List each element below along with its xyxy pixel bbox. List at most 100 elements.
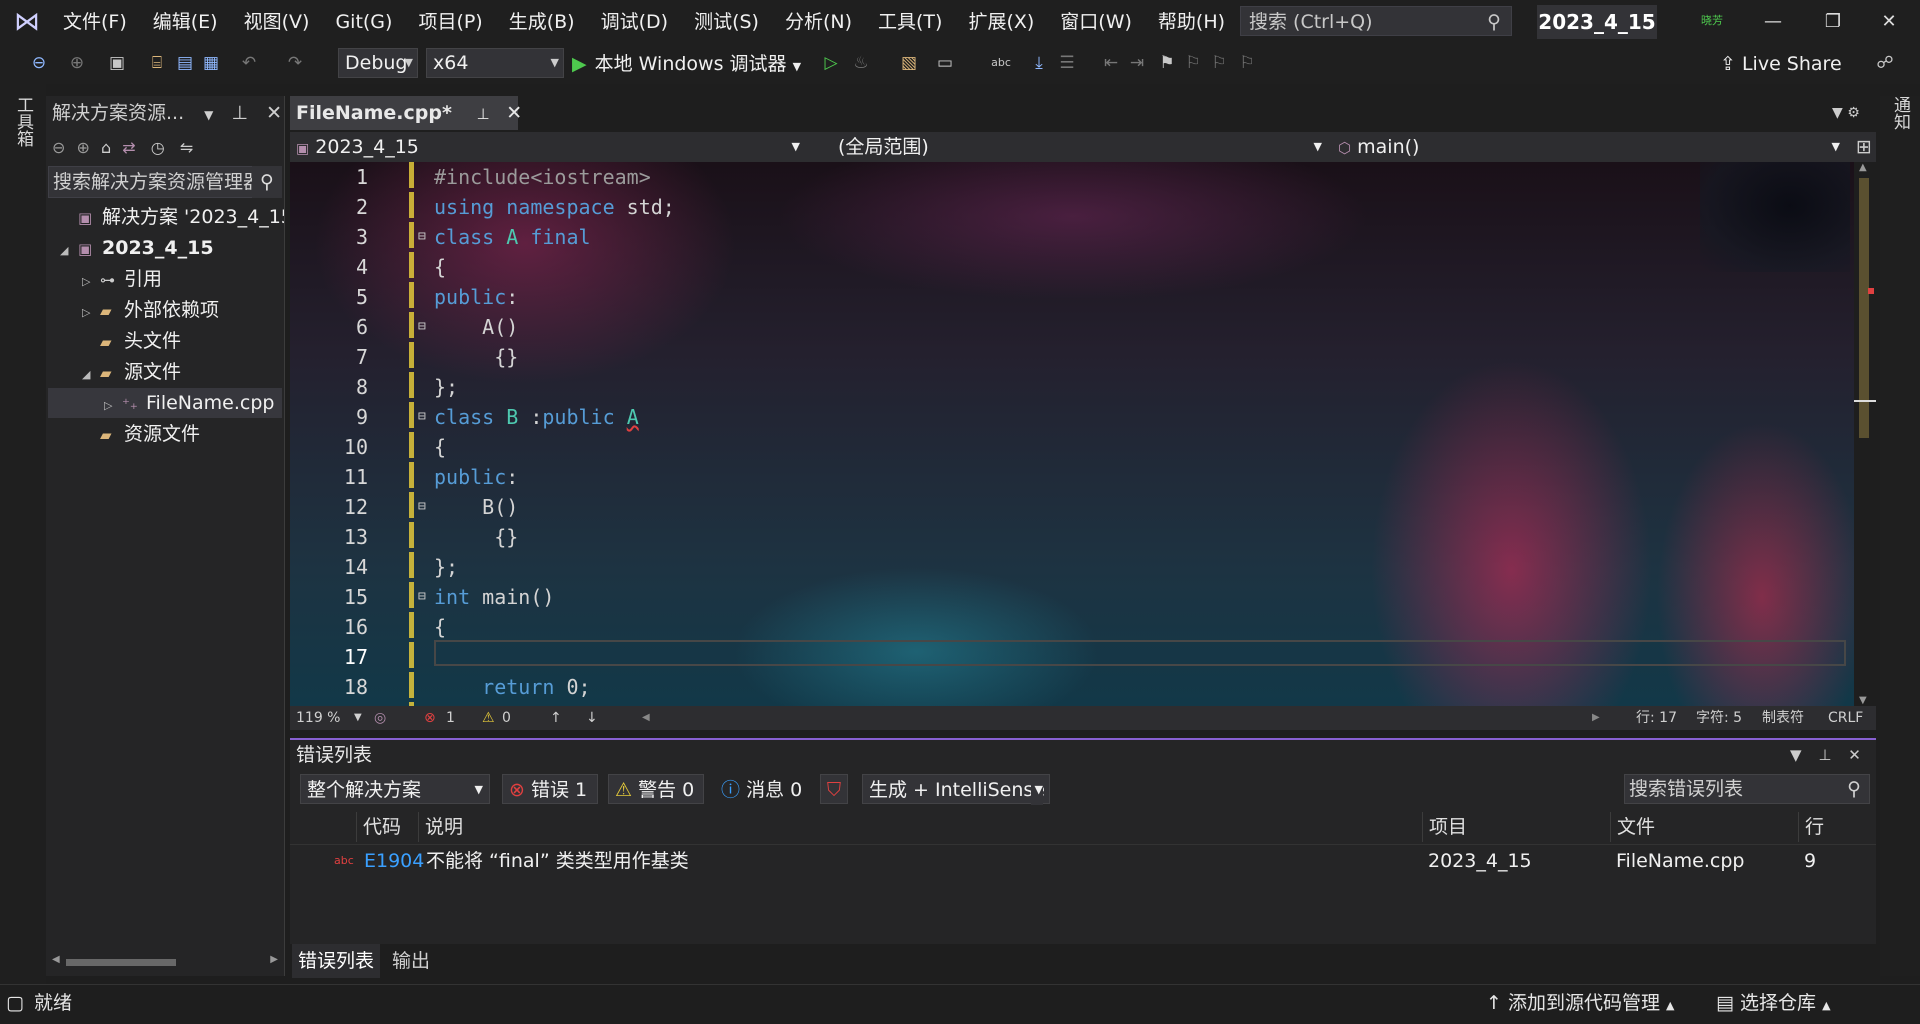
start-debugging-button[interactable]: ▶ 本地 Windows 调试器 ▼ <box>572 44 801 84</box>
column-code[interactable]: 代码 <box>356 812 413 842</box>
tree-item[interactable]: ▷ ⁺₊ FileName.cpp <box>48 388 282 418</box>
errors-filter-button[interactable]: ⊗ 错误 1 <box>502 774 598 804</box>
fold-toggle-icon[interactable]: ⊟ <box>418 582 432 612</box>
expand-twisty-icon[interactable]: ▷ <box>82 267 100 294</box>
add-to-source-control-button[interactable]: ↑ 添加到源代码管理 ▲ <box>1486 986 1675 1020</box>
feedback-icon[interactable]: ☍ <box>1874 52 1896 74</box>
tree-item[interactable]: ▰ 头文件 <box>82 326 284 356</box>
prev-issue-icon[interactable]: ↑ <box>550 706 562 730</box>
next-issue-icon[interactable]: ↓ <box>586 706 598 730</box>
tree-item[interactable]: ▣ 解决方案 '2023_4_15' (1 个项目) <box>60 202 284 232</box>
warning-count[interactable]: 0 <box>502 706 511 730</box>
split-editor-icon[interactable]: ⊞ <box>1852 132 1876 162</box>
close-tab-icon[interactable]: ✕ <box>506 102 522 124</box>
menu-view[interactable]: 视图(V) <box>231 0 323 44</box>
code-line[interactable]: 6 ⊟ A() <box>290 312 1790 342</box>
code-line[interactable]: 5 public: <box>290 282 1790 312</box>
tree-item[interactable]: ◢ ▣ 2023_4_15 <box>60 233 284 263</box>
scroll-up-icon[interactable]: ▲ <box>1859 162 1867 173</box>
expand-twisty-icon[interactable]: ▷ <box>104 391 122 418</box>
menu-debug[interactable]: 调试(D) <box>588 0 681 44</box>
tree-item[interactable]: ▷ ⊶ 引用 <box>82 264 284 294</box>
menu-project[interactable]: 项目(P) <box>405 0 495 44</box>
menu-file[interactable]: 文件(F) <box>50 0 140 44</box>
code-line[interactable]: 12 ⊟ B() <box>290 492 1790 522</box>
scope-dropdown[interactable]: (全局范围) ▼ <box>838 132 1328 162</box>
column-file[interactable]: 文件 <box>1610 812 1787 842</box>
prev-bookmark-icon[interactable]: ⚐ <box>1182 52 1204 74</box>
char-number[interactable]: 字符: 5 <box>1696 706 1742 730</box>
solution-search-input[interactable]: 搜索解决方案资源管理器 <box>48 166 282 198</box>
horizontal-scrollbar[interactable]: ◀ ▶ <box>52 954 278 970</box>
select-repository-button[interactable]: ▤ 选择仓库 ▲ <box>1716 986 1831 1020</box>
messages-filter-button[interactable]: ⓘ 消息 0 <box>714 774 810 804</box>
code-line[interactable]: 11 public: <box>290 462 1790 492</box>
scroll-left-icon[interactable]: ◀ <box>642 706 650 730</box>
scroll-right-icon[interactable]: ▶ <box>270 954 278 965</box>
code-line[interactable]: 7 {} <box>290 342 1790 372</box>
layout-icon[interactable]: ▭ <box>934 52 956 74</box>
browse-icon[interactable]: ▧ <box>898 52 920 74</box>
filter-icon[interactable]: ⛉ <box>820 774 848 804</box>
close-icon[interactable]: ✕ <box>266 102 282 124</box>
line-number[interactable]: 行: 17 <box>1636 706 1677 730</box>
code-editor[interactable]: 1 #include<iostream> 2 using namespace std;… <box>290 162 1856 706</box>
menu-extensions[interactable]: 扩展(X) <box>955 0 1047 44</box>
column-project[interactable]: 项目 <box>1422 812 1609 842</box>
fold-toggle-icon[interactable]: ⊟ <box>418 402 432 432</box>
scroll-thumb[interactable] <box>1859 178 1869 438</box>
undo-icon[interactable]: ↶ <box>238 52 260 74</box>
line-endings[interactable]: CRLF <box>1828 706 1863 730</box>
code-line[interactable]: 10 { <box>290 432 1790 462</box>
outdent-icon[interactable]: ⇤ <box>1100 52 1122 74</box>
source-filter-select[interactable]: 生成 + IntelliSense ▼ <box>862 774 1050 805</box>
menu-git[interactable]: Git(G) <box>322 0 405 44</box>
menu-analyze[interactable]: 分析(N) <box>772 0 865 44</box>
live-share-button[interactable]: ⇪ Live Share <box>1720 44 1842 84</box>
menu-test[interactable]: 测试(S) <box>681 0 772 44</box>
hot-reload-icon[interactable]: ♨ <box>850 52 872 74</box>
warnings-filter-button[interactable]: ⚠ 警告 0 <box>608 774 704 804</box>
code-line[interactable]: 3 ⊟ class A final <box>290 222 1790 252</box>
column-description[interactable]: 说明 <box>418 812 1165 842</box>
next-bookmark-icon[interactable]: ⚐ <box>1208 52 1230 74</box>
error-file[interactable]: FileName.cpp <box>1616 846 1744 876</box>
search-icon[interactable]: ⚲ <box>252 166 282 198</box>
menu-window[interactable]: 窗口(W) <box>1047 0 1145 44</box>
fold-toggle-icon[interactable]: ⊟ <box>418 312 432 342</box>
clear-bookmarks-icon[interactable]: ⚐ <box>1236 52 1258 74</box>
tab-error-list[interactable]: 错误列表 <box>292 944 381 978</box>
minimize-icon[interactable]: — <box>1750 6 1796 38</box>
global-search-input[interactable]: 搜索 (Ctrl+Q) ⚲ <box>1240 6 1512 36</box>
fold-toggle-icon[interactable]: ⊟ <box>418 222 432 252</box>
back-icon[interactable]: ⊖ <box>28 52 50 74</box>
home-icon[interactable]: ⌂ <box>101 138 111 157</box>
scroll-down-icon[interactable]: ▼ <box>1859 695 1867 706</box>
indent-icon[interactable]: ⇥ <box>1126 52 1148 74</box>
expand-twisty-icon[interactable]: ◢ <box>60 236 78 263</box>
scroll-right-icon[interactable]: ▶ <box>1592 706 1600 730</box>
toolbox-tab[interactable]: 工具箱 <box>10 96 36 147</box>
code-line[interactable]: 14}; <box>290 552 1790 582</box>
back-icon[interactable]: ⊖ <box>52 138 65 157</box>
forward-icon[interactable]: ⊕ <box>66 52 88 74</box>
new-project-icon[interactable]: ▣ <box>106 52 128 74</box>
error-count[interactable]: 1 <box>446 706 455 730</box>
redo-icon[interactable]: ↷ <box>284 52 306 74</box>
scroll-left-icon[interactable]: ◀ <box>52 954 60 965</box>
sync-icon[interactable]: ⇋ <box>180 138 193 157</box>
code-line[interactable]: 2 using namespace std; <box>290 192 1790 222</box>
tab-overflow-icon[interactable]: ▼ ⚙ <box>1832 100 1876 126</box>
bookmark-icon[interactable]: ⚑ <box>1156 52 1178 74</box>
code-line[interactable]: 4{ <box>290 252 1790 282</box>
error-code-link[interactable]: E1904 <box>364 846 424 876</box>
expand-twisty-icon[interactable]: ◢ <box>82 360 100 387</box>
close-icon[interactable]: ✕ <box>1866 6 1912 38</box>
pin-icon[interactable]: ⊥ <box>477 105 490 123</box>
tab-filename-cpp[interactable]: FileName.cpp* ⊥ ✕ <box>290 96 522 130</box>
function-dropdown[interactable]: ⬡ main() ▼ <box>1338 132 1846 162</box>
fold-toggle-icon[interactable]: ⊟ <box>418 492 432 522</box>
comment-icon[interactable]: ☰ <box>1056 52 1078 74</box>
save-all-icon[interactable]: ▦ <box>200 52 222 74</box>
indent-mode[interactable]: 制表符 <box>1762 706 1804 730</box>
